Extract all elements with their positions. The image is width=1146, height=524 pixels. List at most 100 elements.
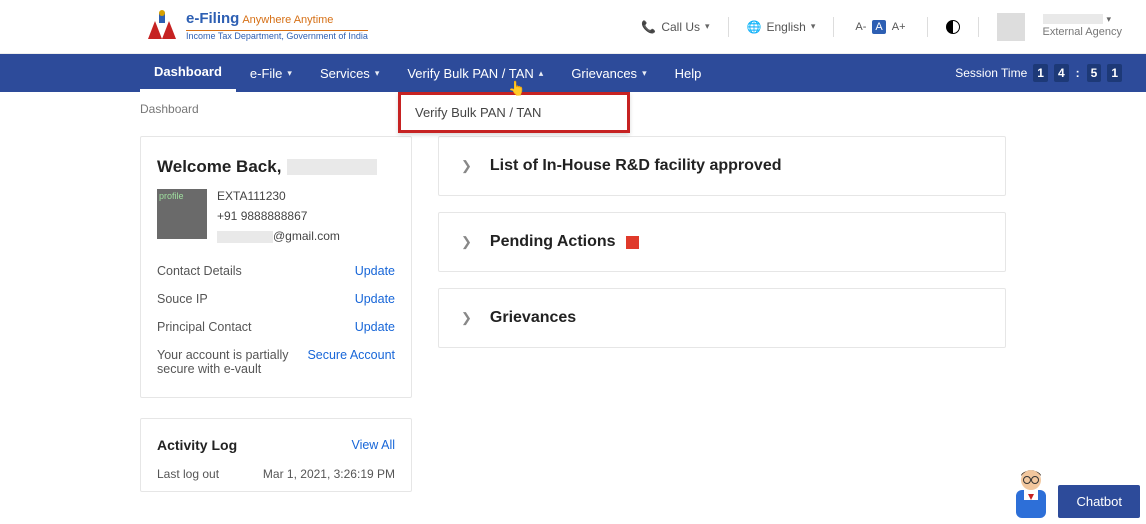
- font-default-button[interactable]: A: [872, 20, 885, 34]
- profile-info: EXTA111230 +91 9888888867 @gmail.com: [217, 189, 340, 243]
- panel-rnd-title: List of In-House R&D facility approved: [490, 157, 782, 175]
- contact-details-label: Contact Details: [157, 264, 242, 278]
- last-logout-value: Mar 1, 2021, 3:26:19 PM: [263, 467, 395, 481]
- welcome-title: Welcome Back,: [157, 157, 395, 177]
- contrast-toggle[interactable]: [946, 20, 960, 34]
- contact-details-update-link[interactable]: Update: [355, 264, 395, 278]
- left-column: Welcome Back, profile EXTA111230 +91 988…: [140, 136, 412, 492]
- panel-pending-title: Pending Actions: [490, 233, 639, 251]
- activity-row: Last log out Mar 1, 2021, 3:26:19 PM: [157, 467, 395, 481]
- secure-account-row: Your account is partially secure with e-…: [157, 341, 395, 383]
- session-colon: :: [1075, 66, 1081, 80]
- profile-alt-text: profile: [159, 191, 184, 201]
- emblem-icon: [144, 9, 180, 45]
- phone-icon: 📞: [641, 20, 656, 34]
- session-digit: 1: [1033, 64, 1048, 82]
- logo-text: e-FilingAnywhere Anytime Income Tax Depa…: [186, 11, 368, 41]
- logo-title-main: e-Filing: [186, 10, 239, 27]
- principal-contact-label: Principal Contact: [157, 320, 252, 334]
- chevron-right-icon: ❯: [461, 310, 472, 326]
- font-size-controls: A- A A+: [852, 20, 908, 34]
- nav-grievances[interactable]: Grievances ▾: [557, 54, 660, 92]
- session-digit: 4: [1054, 64, 1069, 82]
- globe-icon: 🌐: [747, 20, 762, 34]
- activity-log-card: Activity Log View All Last log out Mar 1…: [140, 418, 412, 492]
- chatbot-button[interactable]: Chatbot: [1058, 485, 1140, 518]
- user-avatar[interactable]: [997, 13, 1025, 41]
- user-info[interactable]: ▾ External Agency: [1043, 14, 1123, 38]
- chatbot-widget[interactable]: Chatbot: [1010, 466, 1140, 518]
- content-area: Welcome Back, profile EXTA111230 +91 988…: [0, 116, 1146, 492]
- nav-verify-bulk[interactable]: Verify Bulk PAN / TAN ▴: [393, 54, 557, 92]
- top-bar: e-FilingAnywhere Anytime Income Tax Depa…: [0, 0, 1146, 54]
- profile-id: EXTA111230: [217, 189, 340, 203]
- chevron-down-icon: ▾: [1107, 15, 1112, 25]
- nav-dashboard[interactable]: Dashboard: [140, 54, 236, 92]
- chevron-down-icon: ▾: [287, 68, 292, 79]
- session-digit: 1: [1107, 64, 1122, 82]
- source-ip-label: Souce IP: [157, 292, 208, 306]
- nav-services-label: Services: [320, 66, 370, 81]
- session-timer: Session Time 1 4 : 5 1: [955, 64, 1122, 82]
- panel-grievances-title: Grievances: [490, 309, 576, 327]
- cursor-pointer-icon: 👆: [508, 80, 525, 97]
- font-increase-button[interactable]: A+: [889, 20, 909, 34]
- nav-verify-label: Verify Bulk PAN / TAN: [407, 66, 533, 81]
- font-decrease-button[interactable]: A-: [852, 20, 869, 34]
- nav-services[interactable]: Services ▾: [306, 54, 393, 92]
- right-column: ❯ List of In-House R&D facility approved…: [438, 136, 1006, 348]
- activity-view-all-link[interactable]: View All: [351, 438, 395, 452]
- profile-email: @gmail.com: [217, 229, 340, 243]
- principal-contact-update-link[interactable]: Update: [355, 320, 395, 334]
- panel-rnd-facility[interactable]: ❯ List of In-House R&D facility approved: [438, 136, 1006, 196]
- divider: [728, 17, 729, 37]
- call-us-dropdown[interactable]: 📞 Call Us ▾: [641, 20, 709, 34]
- chevron-down-icon: ▾: [705, 21, 710, 32]
- nav-efile[interactable]: e-File ▾: [236, 54, 306, 92]
- top-right-controls: 📞 Call Us ▾ 🌐 English ▾ A- A A+ ▾ Extern…: [641, 13, 1122, 41]
- chevron-down-icon: ▾: [811, 21, 816, 32]
- secure-account-link[interactable]: Secure Account: [307, 348, 395, 376]
- nav-efile-label: e-File: [250, 66, 283, 81]
- session-digit: 5: [1087, 64, 1102, 82]
- logo-subtitle: Income Tax Department, Government of Ind…: [186, 30, 368, 42]
- welcome-card: Welcome Back, profile EXTA111230 +91 988…: [140, 136, 412, 398]
- nav-help-label: Help: [675, 66, 702, 81]
- alert-indicator-icon: [626, 236, 639, 249]
- email-suffix: @gmail.com: [273, 229, 340, 243]
- panel-grievances[interactable]: ❯ Grievances: [438, 288, 1006, 348]
- chatbot-avatar-icon: [1010, 466, 1052, 518]
- contact-details-row: Contact Details Update: [157, 257, 395, 285]
- source-ip-row: Souce IP Update: [157, 285, 395, 313]
- welcome-name-masked: [287, 159, 377, 175]
- verify-bulk-dropdown: Verify Bulk PAN / TAN: [398, 92, 630, 133]
- chevron-right-icon: ❯: [461, 234, 472, 250]
- principal-contact-row: Principal Contact Update: [157, 313, 395, 341]
- dropdown-item-verify-bulk[interactable]: Verify Bulk PAN / TAN: [401, 95, 627, 130]
- activity-header: Activity Log View All: [157, 437, 395, 453]
- nav-dashboard-label: Dashboard: [154, 64, 222, 79]
- divider: [978, 17, 979, 37]
- panel-pending-actions[interactable]: ❯ Pending Actions: [438, 212, 1006, 272]
- activity-title: Activity Log: [157, 437, 237, 453]
- language-label: English: [767, 20, 806, 34]
- chevron-up-icon: ▴: [539, 68, 544, 79]
- source-ip-update-link[interactable]: Update: [355, 292, 395, 306]
- secure-account-label: Your account is partially secure with e-…: [157, 348, 307, 376]
- divider: [833, 17, 834, 37]
- call-us-label: Call Us: [661, 20, 700, 34]
- nav-grievances-label: Grievances: [571, 66, 637, 81]
- site-logo[interactable]: e-FilingAnywhere Anytime Income Tax Depa…: [144, 9, 368, 45]
- divider: [927, 17, 928, 37]
- welcome-title-text: Welcome Back,: [157, 157, 281, 177]
- session-label: Session Time: [955, 66, 1027, 80]
- user-name-masked: [1043, 14, 1103, 24]
- profile-row: profile EXTA111230 +91 9888888867 @gmail…: [157, 189, 395, 243]
- nav-help[interactable]: Help: [661, 54, 716, 92]
- chevron-down-icon: ▾: [375, 68, 380, 79]
- language-dropdown[interactable]: 🌐 English ▾: [747, 20, 816, 34]
- chevron-down-icon: ▾: [642, 68, 647, 79]
- email-masked: [217, 231, 273, 243]
- user-type-label: External Agency: [1043, 26, 1123, 38]
- main-nav: Dashboard e-File ▾ Services ▾ Verify Bulk …: [0, 54, 1146, 92]
